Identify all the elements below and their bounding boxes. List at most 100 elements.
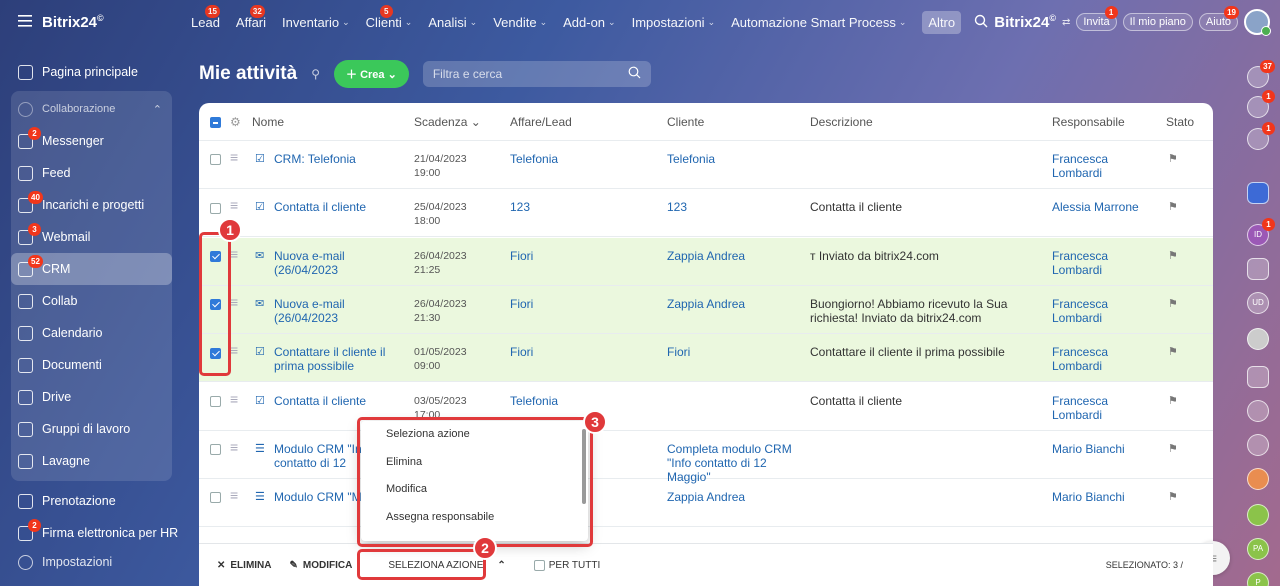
table-row[interactable]: ≡ ☑ CRM: Telefonia 21/04/2023 19:00 Telefonia… <box>199 141 1213 189</box>
responsible-link[interactable]: Alessia Marrone <box>1052 189 1152 214</box>
column-state[interactable]: Stato <box>1166 103 1194 129</box>
sidebar-item-crm[interactable]: CRM 52 <box>11 253 172 285</box>
flag-icon[interactable]: ⚑ <box>1168 431 1178 456</box>
deal-link[interactable]: Fiori <box>510 238 650 263</box>
column-responsible[interactable]: Responsabile <box>1052 103 1152 129</box>
activity-name-link[interactable]: Nuova e-mail (26/04/2023 <box>274 238 409 277</box>
flag-icon[interactable]: ⚑ <box>1168 141 1178 166</box>
table-row[interactable]: ≡ ☑ Contatta il cliente 03/05/2023 17:00 Tele… <box>199 383 1213 431</box>
avatar-pa[interactable]: PA <box>1247 538 1269 560</box>
responsible-link[interactable]: Mario Bianchi <box>1052 431 1152 456</box>
chat-icon[interactable]: 1 <box>1247 122 1275 150</box>
activity-name-link[interactable]: Nuova e-mail (26/04/2023 <box>274 286 409 325</box>
flag-icon[interactable]: ⚑ <box>1168 286 1178 311</box>
my-plan-button[interactable]: Il mio piano <box>1122 13 1193 31</box>
responsible-link[interactable]: Francesca Lombardi <box>1052 334 1152 373</box>
nav-item-lead[interactable]: Lead 15 <box>183 0 228 44</box>
flag-icon[interactable]: ⚑ <box>1168 479 1178 504</box>
brand-logo[interactable]: Bitrix24© <box>42 13 104 31</box>
client-link[interactable] <box>667 383 807 394</box>
table-row[interactable]: ≡ ☑ Contattare il cliente il prima possibi… <box>199 334 1213 383</box>
flag-icon[interactable]: ⚑ <box>1168 383 1178 408</box>
flag-icon[interactable]: ⚑ <box>1168 334 1178 359</box>
column-deal[interactable]: Affare/Lead <box>510 103 650 129</box>
sidebar-item-drive[interactable]: Drive <box>11 381 172 413</box>
drag-handle-icon[interactable]: ≡ <box>230 187 238 212</box>
nav-item-automazione-smart-process[interactable]: Automazione Smart Process ⌄ <box>723 0 914 44</box>
client-link[interactable]: 123 <box>667 189 807 214</box>
table-row[interactable]: ≡ ✉ Nuova e-mail (26/04/2023 26/04/2023 21:2… <box>199 237 1213 286</box>
activity-name-link[interactable]: Contattare il cliente il prima possibile <box>274 334 409 373</box>
drag-handle-icon[interactable]: ≡ <box>230 429 238 454</box>
sidebar-item-webmail[interactable]: Webmail 3 <box>11 221 172 253</box>
sidebar-item-feed[interactable]: Feed <box>11 157 172 189</box>
table-row[interactable]: ≡ ✉ Nuova e-mail (26/04/2023 26/04/2023 21:3… <box>199 284 1213 334</box>
deal-link[interactable]: Fiori <box>510 286 650 311</box>
nav-item-clienti[interactable]: Clienti ⌄ 5 <box>358 0 421 44</box>
column-settings-icon[interactable]: ⚙ <box>230 103 241 129</box>
for-all-checkbox[interactable]: PER TUTTI <box>533 559 600 571</box>
flag-icon[interactable]: ⚑ <box>1168 238 1178 263</box>
row-checkbox[interactable] <box>210 141 221 166</box>
deal-link[interactable]: Telefonia <box>510 383 650 408</box>
sidebar-item-documenti[interactable]: Documenti <box>11 349 172 381</box>
drag-handle-icon[interactable]: ≡ <box>230 381 238 406</box>
nav-item-altro[interactable]: Altro <box>914 0 969 44</box>
client-link[interactable]: Zappia Andrea <box>667 286 807 311</box>
settings-toggle-icon[interactable]: ⇄ <box>1062 17 1070 28</box>
group-icon[interactable] <box>1247 400 1269 422</box>
nav-item-inventario[interactable]: Inventario ⌄ <box>274 0 358 44</box>
table-row[interactable]: ≡ ☰ Modulo CRM "Modulo di Zappia Andrea Mari… <box>199 477 1213 528</box>
table-row[interactable]: ≡ ☑ Contatta il cliente 25/04/2023 18:00 123 1… <box>199 187 1213 238</box>
sidebar-item-incarichi-e-progetti[interactable]: Incarichi e progetti 40 <box>11 189 172 221</box>
responsible-link[interactable]: Francesca Lombardi <box>1052 286 1152 325</box>
sidebar-settings[interactable]: Impostazioni <box>0 546 183 578</box>
sidebar-item-home[interactable]: Pagina principale <box>0 56 183 88</box>
drag-handle-icon[interactable]: ≡ <box>230 284 238 309</box>
sidebar-item-collab[interactable]: Collab <box>11 285 172 317</box>
create-button[interactable]: ＋ Crea ⌄ <box>334 60 409 88</box>
row-checkbox[interactable] <box>210 383 221 408</box>
sidebar-section-collaboration[interactable]: Collaborazione ⌃ <box>11 93 172 125</box>
nav-item-add-on[interactable]: Add-on ⌄ <box>555 0 623 44</box>
select-all-checkbox[interactable] <box>210 103 221 129</box>
nav-item-analisi[interactable]: Analisi ⌄ <box>420 0 485 44</box>
row-checkbox[interactable] <box>210 479 221 504</box>
activity-name-link[interactable]: Contatta il cliente <box>274 383 409 408</box>
client-link[interactable]: Fiori <box>667 334 807 359</box>
activity-icon[interactable]: 1 <box>1247 90 1275 118</box>
sidebar-item-messenger[interactable]: Messenger 2 <box>11 125 172 157</box>
deal-link[interactable]: Fiori <box>510 334 650 359</box>
sidebar-item-calendario[interactable]: Calendario <box>11 317 172 349</box>
table-row[interactable]: ≡☰Modulo CRM "Info contatto di 12CRM 2Co… <box>199 429 1213 484</box>
sidebar-item-firma-elettronica-per-hr[interactable]: Firma elettronica per HR 2 <box>0 517 183 549</box>
bookmark-icon[interactable] <box>1247 182 1269 204</box>
filter-search-input[interactable]: Filtra e cerca <box>422 61 651 87</box>
edit-action-button[interactable]: ✎ MODIFICA <box>290 560 353 571</box>
chat-group-icon[interactable] <box>1247 468 1269 490</box>
column-name[interactable]: Nome <box>252 103 284 129</box>
activity-name-link[interactable]: CRM: Telefonia <box>274 141 409 166</box>
client-link[interactable]: Zappia Andrea <box>667 479 807 504</box>
help-button[interactable]: Aiuto 19 <box>1198 6 1239 31</box>
client-link[interactable]: Zappia Andrea <box>667 238 807 263</box>
group-icon-3[interactable] <box>1247 504 1269 526</box>
avatar-id[interactable]: ID 1 <box>1247 218 1275 246</box>
task-icon-2[interactable] <box>1247 366 1269 388</box>
column-client[interactable]: Cliente <box>667 103 807 129</box>
notifications-icon[interactable]: 37 <box>1247 60 1275 88</box>
user-avatar[interactable] <box>1244 9 1271 36</box>
nav-item-affari[interactable]: Affari 32 <box>228 0 274 44</box>
deal-link[interactable]: Telefonia <box>510 141 650 166</box>
drag-handle-icon[interactable]: ≡ <box>230 477 238 502</box>
row-checkbox[interactable] <box>210 431 221 456</box>
row-checkbox[interactable] <box>210 189 221 214</box>
client-link[interactable]: Completa modulo CRM "Info contatto di 12… <box>667 431 807 484</box>
column-deadline[interactable]: Scadenza ⌄ <box>414 103 504 129</box>
drag-handle-icon[interactable]: ≡ <box>230 139 238 164</box>
activity-name-link[interactable]: Contatta il cliente <box>274 189 409 214</box>
pin-icon[interactable]: ⚲ <box>311 67 320 81</box>
sidebar-item-gruppi-di-lavoro[interactable]: Gruppi di lavoro <box>11 413 172 445</box>
nav-item-impostazioni[interactable]: Impostazioni ⌄ <box>624 0 724 44</box>
flag-icon[interactable]: ⚑ <box>1168 189 1178 214</box>
